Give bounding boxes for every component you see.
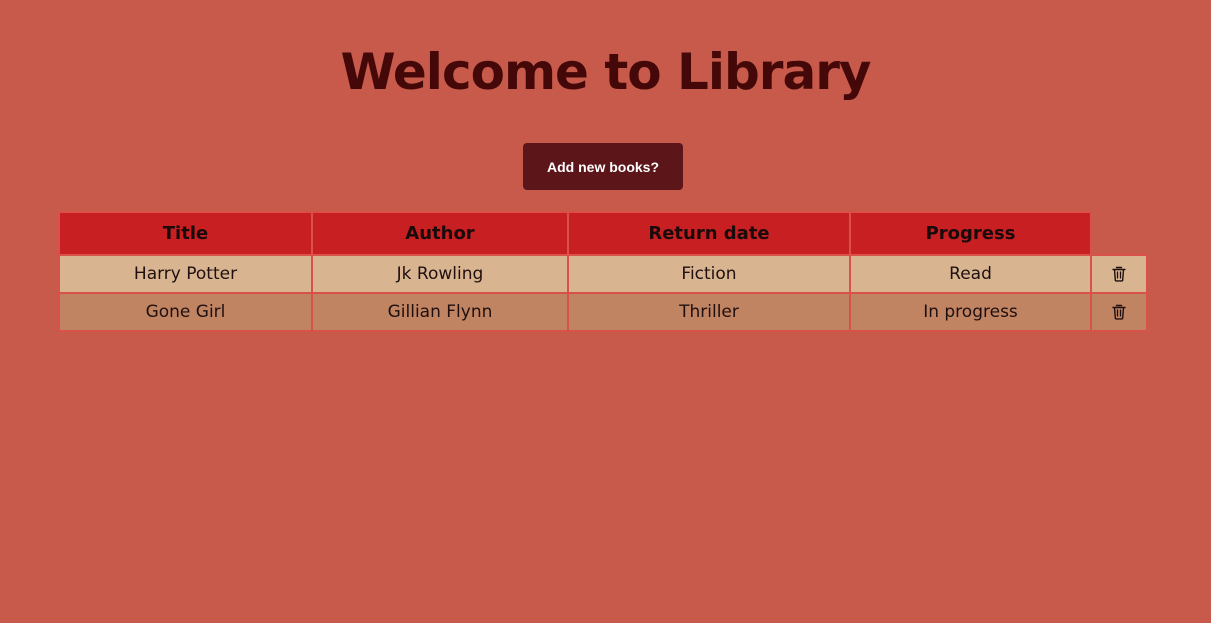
trash-icon[interactable] (1111, 266, 1127, 282)
cell-progress: Read (849, 254, 1092, 294)
header-progress: Progress (849, 211, 1092, 256)
add-new-books-button[interactable]: Add new books? (523, 143, 683, 190)
cell-progress: In progress (849, 292, 1092, 332)
header-author: Author (311, 211, 569, 256)
books-table: Title Author Return date Progress Harry … (58, 211, 1148, 332)
cell-author: Gillian Flynn (311, 292, 569, 332)
table-row: Gone Girl Gillian Flynn Thriller In prog… (58, 292, 1148, 332)
library-page: Welcome to Library Add new books? Title … (0, 0, 1211, 623)
cell-author: Jk Rowling (311, 254, 569, 294)
cell-title: Harry Potter (58, 254, 313, 294)
table-row: Harry Potter Jk Rowling Fiction Read (58, 254, 1148, 294)
cell-return-date: Thriller (567, 292, 851, 332)
cell-title: Gone Girl (58, 292, 313, 332)
header-return-date: Return date (567, 211, 851, 256)
cell-action (1090, 292, 1148, 332)
cell-action (1090, 254, 1148, 294)
table-header-row: Title Author Return date Progress (58, 211, 1147, 256)
trash-icon[interactable] (1111, 304, 1127, 320)
header-action-spacer (1091, 212, 1147, 255)
header-title: Title (58, 211, 313, 256)
cell-return-date: Fiction (567, 254, 851, 294)
page-title: Welcome to Library (340, 43, 872, 101)
